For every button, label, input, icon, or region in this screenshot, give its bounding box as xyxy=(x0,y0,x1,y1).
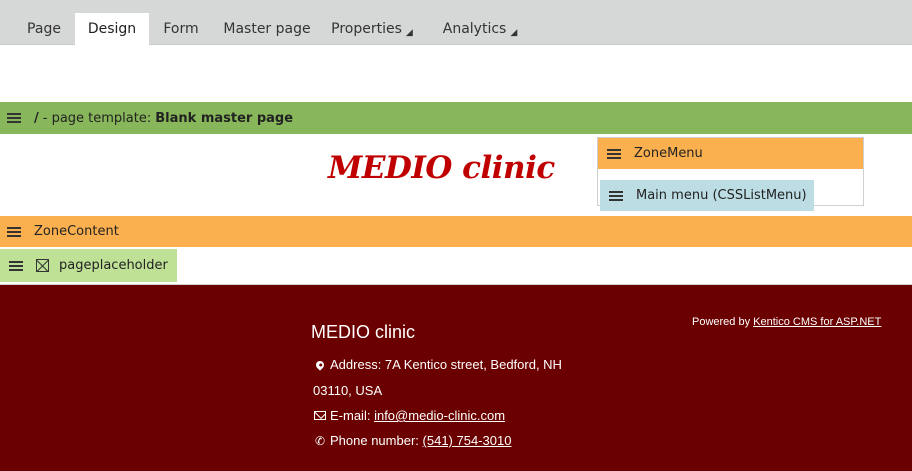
template-prefix: - page template: xyxy=(42,110,152,126)
zone-content-label: ZoneContent xyxy=(34,224,119,239)
address-line-2: 03110, USA xyxy=(313,383,383,398)
zone-menu-header[interactable]: ZoneMenu xyxy=(598,138,863,169)
hamburger-icon[interactable] xyxy=(609,190,623,201)
tab-properties[interactable]: Properties ◢ xyxy=(322,13,422,45)
envelope-icon xyxy=(313,409,327,423)
hamburger-icon[interactable] xyxy=(607,148,621,159)
tab-label: Analytics xyxy=(442,21,507,37)
footer-email: E-mail: info@medio-clinic.com xyxy=(313,408,505,423)
footer-address-2: 03110, USA xyxy=(313,383,382,398)
site-logo[interactable]: MEDIO clinic xyxy=(328,150,555,186)
page-placeholder-widget[interactable]: pageplaceholder xyxy=(0,249,177,282)
template-name: Blank master page xyxy=(155,110,294,126)
main-menu-widget-label: Main menu (CSSListMenu) xyxy=(636,188,807,203)
page-placeholder-label: pageplaceholder xyxy=(59,258,168,273)
powered-by: Powered by Kentico CMS for ASP.NET xyxy=(692,316,881,328)
email-label: E-mail: xyxy=(330,408,371,423)
kentico-link[interactable]: Kentico CMS for ASP.NET xyxy=(753,316,881,328)
hamburger-icon[interactable] xyxy=(7,113,21,123)
tab-bar: Page Design Form Master page Properties ◢… xyxy=(0,0,912,45)
footer-phone: ✆ Phone number: (541) 754-3010 xyxy=(313,433,511,448)
site-footer: MEDIO clinic Address: 7A Kentico street,… xyxy=(0,285,912,471)
phone-icon: ✆ xyxy=(314,433,326,448)
footer-address: Address: 7A Kentico street, Bedford, NH xyxy=(313,357,562,372)
address-line-1: Address: 7A Kentico street, Bedford, NH xyxy=(330,357,562,372)
tab-label: Properties xyxy=(331,21,402,37)
phone-label: Phone number: xyxy=(330,433,419,448)
tab-label: Page xyxy=(27,21,61,37)
tab-form[interactable]: Form xyxy=(150,13,212,45)
template-path: / xyxy=(34,110,39,126)
phone-link[interactable]: (541) 754-3010 xyxy=(423,433,512,448)
map-pin-icon xyxy=(313,358,327,372)
caret-down-icon: ◢ xyxy=(405,28,413,38)
zone-content[interactable]: ZoneContent xyxy=(0,216,912,247)
tab-design[interactable]: Design xyxy=(75,13,149,45)
tab-master-page[interactable]: Master page xyxy=(213,13,321,45)
tab-label: Master page xyxy=(223,21,311,37)
main-menu-widget[interactable]: Main menu (CSSListMenu) xyxy=(600,180,814,211)
tab-label: Form xyxy=(163,21,199,37)
tab-label: Design xyxy=(87,21,137,37)
zone-menu-label: ZoneMenu xyxy=(634,146,703,161)
footer-title: MEDIO clinic xyxy=(311,322,416,342)
hamburger-icon[interactable] xyxy=(9,260,23,271)
email-link[interactable]: info@medio-clinic.com xyxy=(374,408,505,423)
page-template-bar: / - page template: Blank master page xyxy=(0,102,912,134)
caret-down-icon: ◢ xyxy=(510,28,518,38)
hamburger-icon[interactable] xyxy=(7,226,21,237)
powered-prefix: Powered by xyxy=(692,316,751,328)
tab-page[interactable]: Page xyxy=(14,13,74,45)
x-box-icon xyxy=(36,259,49,272)
tab-analytics[interactable]: Analytics ◢ xyxy=(432,13,528,45)
